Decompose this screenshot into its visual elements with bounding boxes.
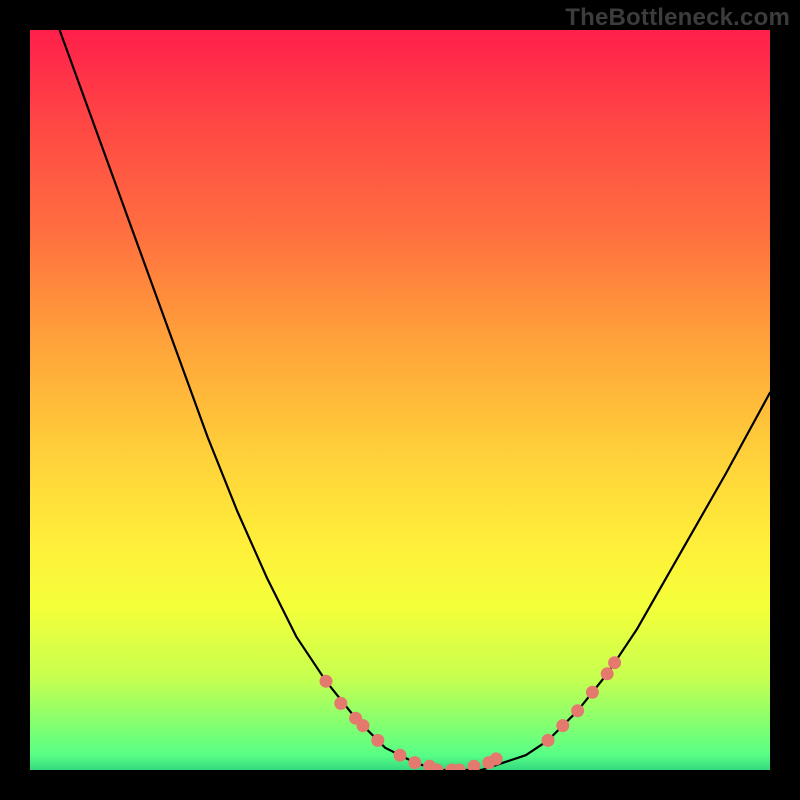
curve-marker [556,719,569,732]
curve-marker [601,667,614,680]
curve-marker [586,686,599,699]
curve-marker [357,719,370,732]
curve-marker [320,675,333,688]
curve-markers [320,656,622,770]
curve-marker [371,734,384,747]
chart-overlay [30,30,770,770]
watermark-text: TheBottleneck.com [565,4,790,32]
curve-marker [334,697,347,710]
curve-marker [542,734,555,747]
curve-marker [490,752,503,765]
curve-marker [468,760,481,770]
chart-frame: TheBottleneck.com [0,0,800,800]
bottleneck-curve [60,30,770,770]
curve-marker [608,656,621,669]
curve-marker [571,704,584,717]
curve-marker [408,756,421,769]
curve-marker [394,749,407,762]
